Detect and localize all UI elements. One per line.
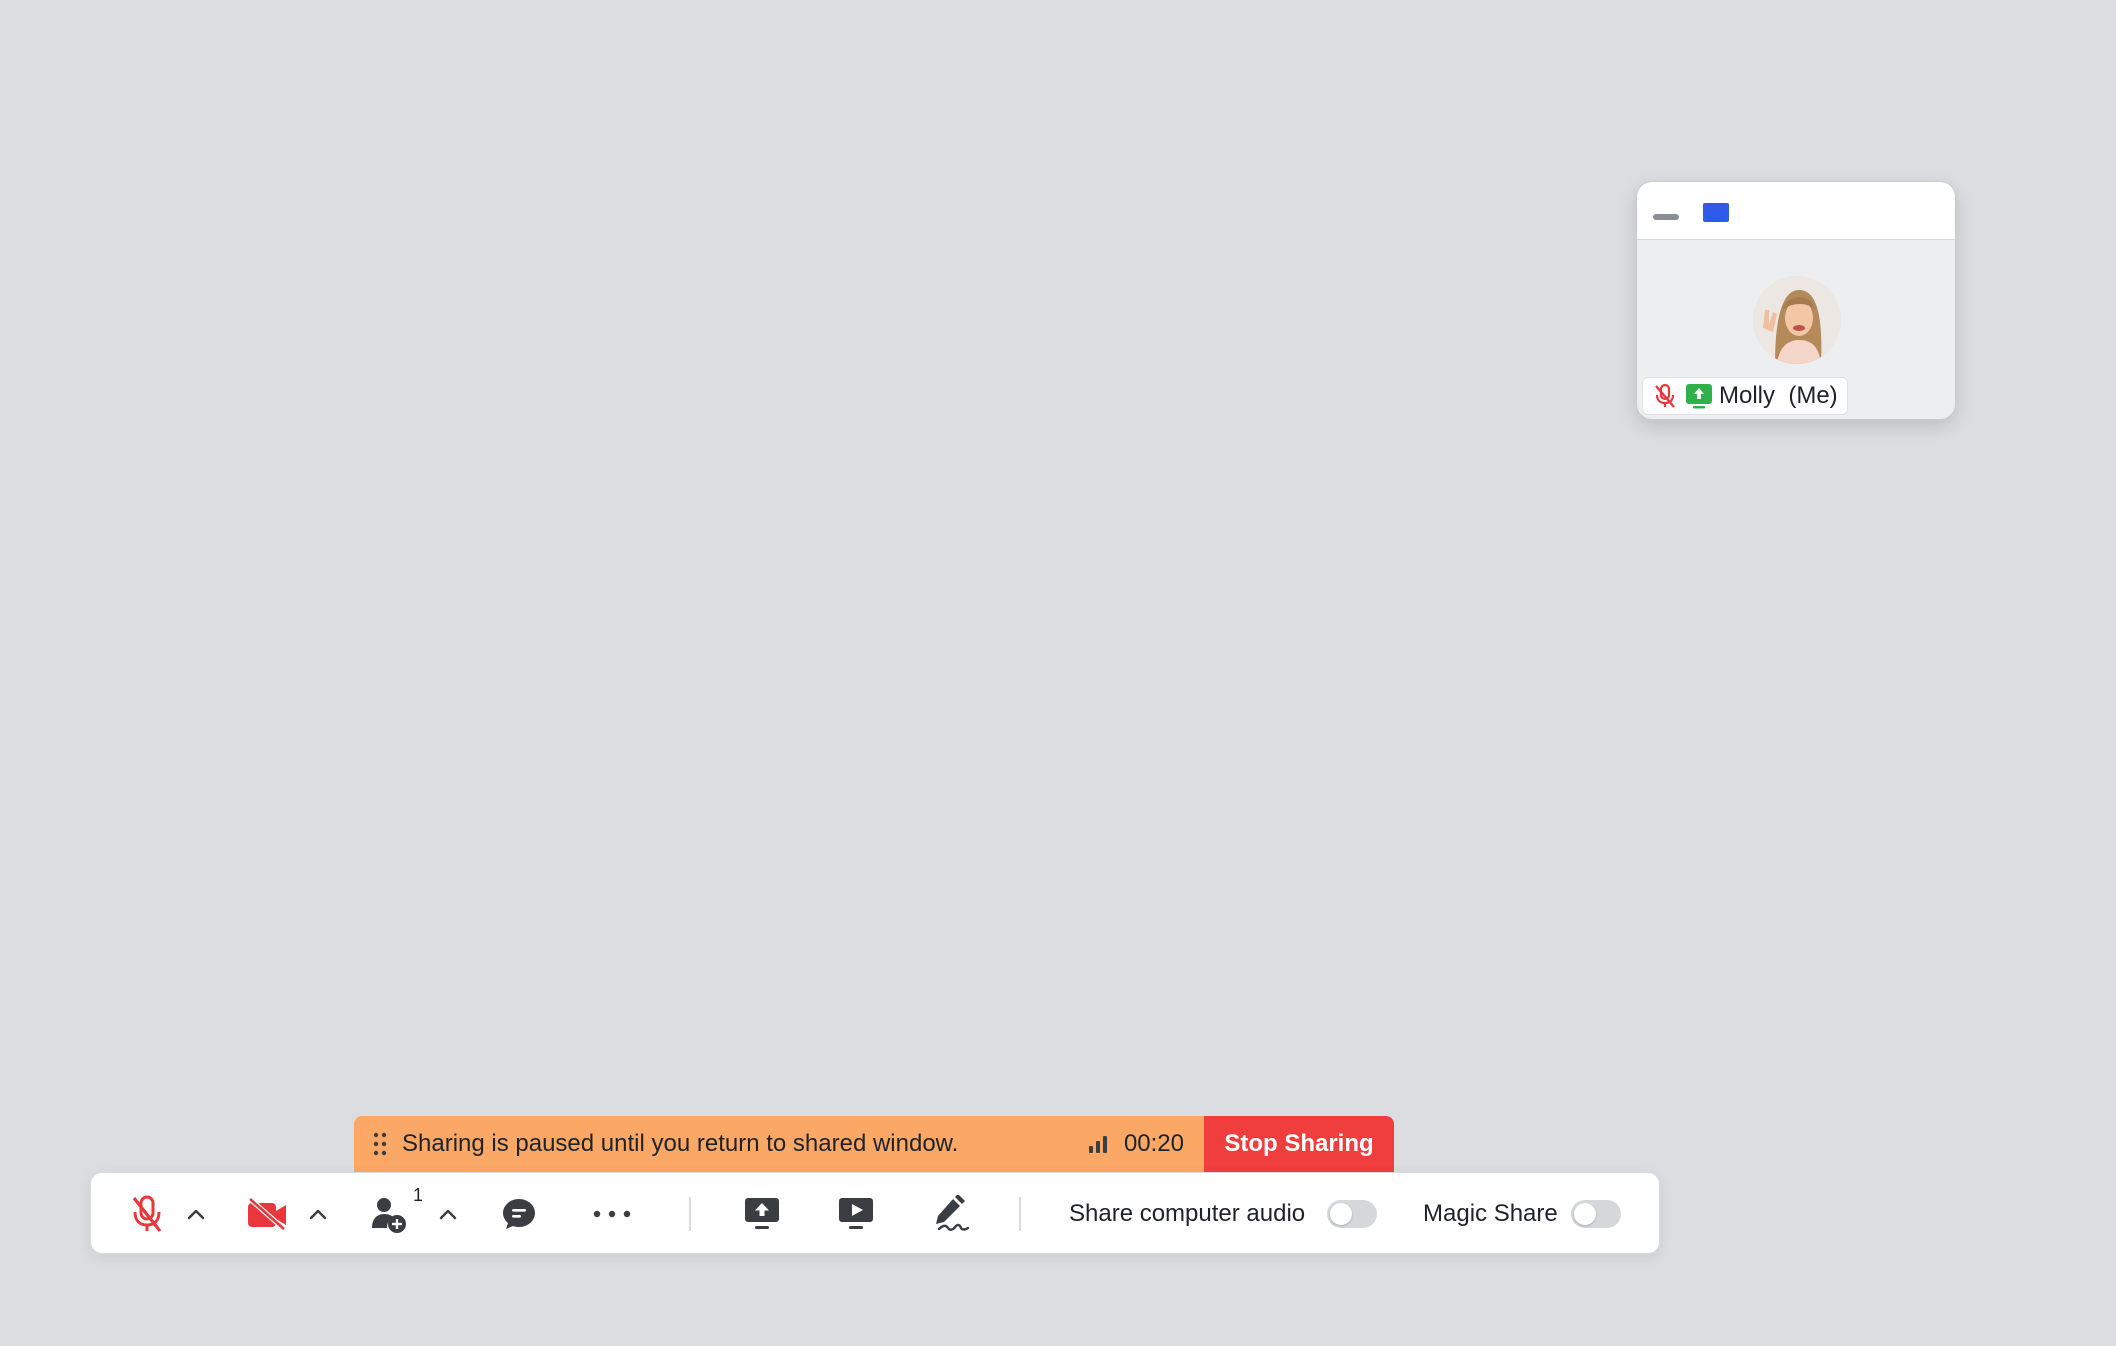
drag-handle-icon[interactable] xyxy=(370,1130,390,1158)
participant-count-badge: 1 xyxy=(413,1185,424,1205)
more-button[interactable] xyxy=(587,1173,637,1255)
minimize-icon[interactable] xyxy=(1653,214,1679,220)
participant-name-tag: Molly (Me) xyxy=(1642,377,1848,415)
screen-share-icon xyxy=(1685,382,1713,410)
mute-button[interactable] xyxy=(125,1173,169,1255)
magic-share-toggle[interactable] xyxy=(1571,1200,1621,1228)
gallery-layout-icon[interactable] xyxy=(1703,203,1729,222)
floating-window-titlebar[interactable] xyxy=(1637,182,1955,240)
meeting-toolbar: 1 Share computer audio Magic Share xyxy=(90,1172,1660,1254)
share-screen-button[interactable] xyxy=(739,1173,785,1255)
chat-icon xyxy=(503,1199,535,1229)
desktop-background: Molly (Me) Sharing is paused until you r… xyxy=(0,0,2116,1346)
annotate-pen-icon xyxy=(936,1195,970,1231)
participants-button[interactable] xyxy=(367,1173,411,1255)
avatar xyxy=(1753,276,1841,364)
play-screen-icon xyxy=(839,1198,873,1229)
chat-button[interactable] xyxy=(497,1173,541,1255)
video-off-icon xyxy=(248,1197,286,1231)
share-video-button[interactable] xyxy=(833,1173,879,1255)
participants-options-button[interactable] xyxy=(433,1173,463,1255)
sharing-timer: 00:20 xyxy=(1123,1130,1184,1157)
chevron-up-icon xyxy=(309,1209,327,1220)
toggle-knob xyxy=(1330,1203,1352,1225)
chevron-up-icon xyxy=(439,1209,457,1220)
share-screen-icon xyxy=(745,1198,779,1229)
participant-floating-window[interactable]: Molly (Me) xyxy=(1636,181,1956,420)
microphone-muted-icon xyxy=(132,1195,162,1232)
network-signal-icon xyxy=(1086,1133,1110,1155)
chevron-up-icon xyxy=(187,1209,205,1220)
stop-sharing-button[interactable]: Stop Sharing xyxy=(1204,1116,1394,1172)
stop-video-button[interactable] xyxy=(243,1173,291,1255)
toolbar-divider xyxy=(1019,1197,1021,1231)
audio-options-button[interactable] xyxy=(181,1173,211,1255)
sharing-status-banner: Sharing is paused until you return to sh… xyxy=(354,1116,1394,1172)
share-computer-audio-label: Share computer audio xyxy=(1069,1200,1306,1227)
toggle-knob xyxy=(1574,1203,1596,1225)
microphone-muted-icon xyxy=(1651,382,1679,410)
participant-name: Molly (Me) xyxy=(1719,382,1838,409)
sharing-banner-body[interactable]: Sharing is paused until you return to sh… xyxy=(354,1116,1204,1172)
magic-share-label: Magic Share xyxy=(1423,1200,1558,1227)
video-options-button[interactable] xyxy=(303,1173,333,1255)
add-participant-icon xyxy=(372,1198,406,1233)
toolbar-divider xyxy=(689,1197,691,1231)
more-options-icon xyxy=(593,1210,631,1218)
annotate-button[interactable] xyxy=(929,1173,975,1255)
sharing-paused-message: Sharing is paused until you return to sh… xyxy=(402,1130,959,1157)
share-computer-audio-toggle[interactable] xyxy=(1327,1200,1377,1228)
